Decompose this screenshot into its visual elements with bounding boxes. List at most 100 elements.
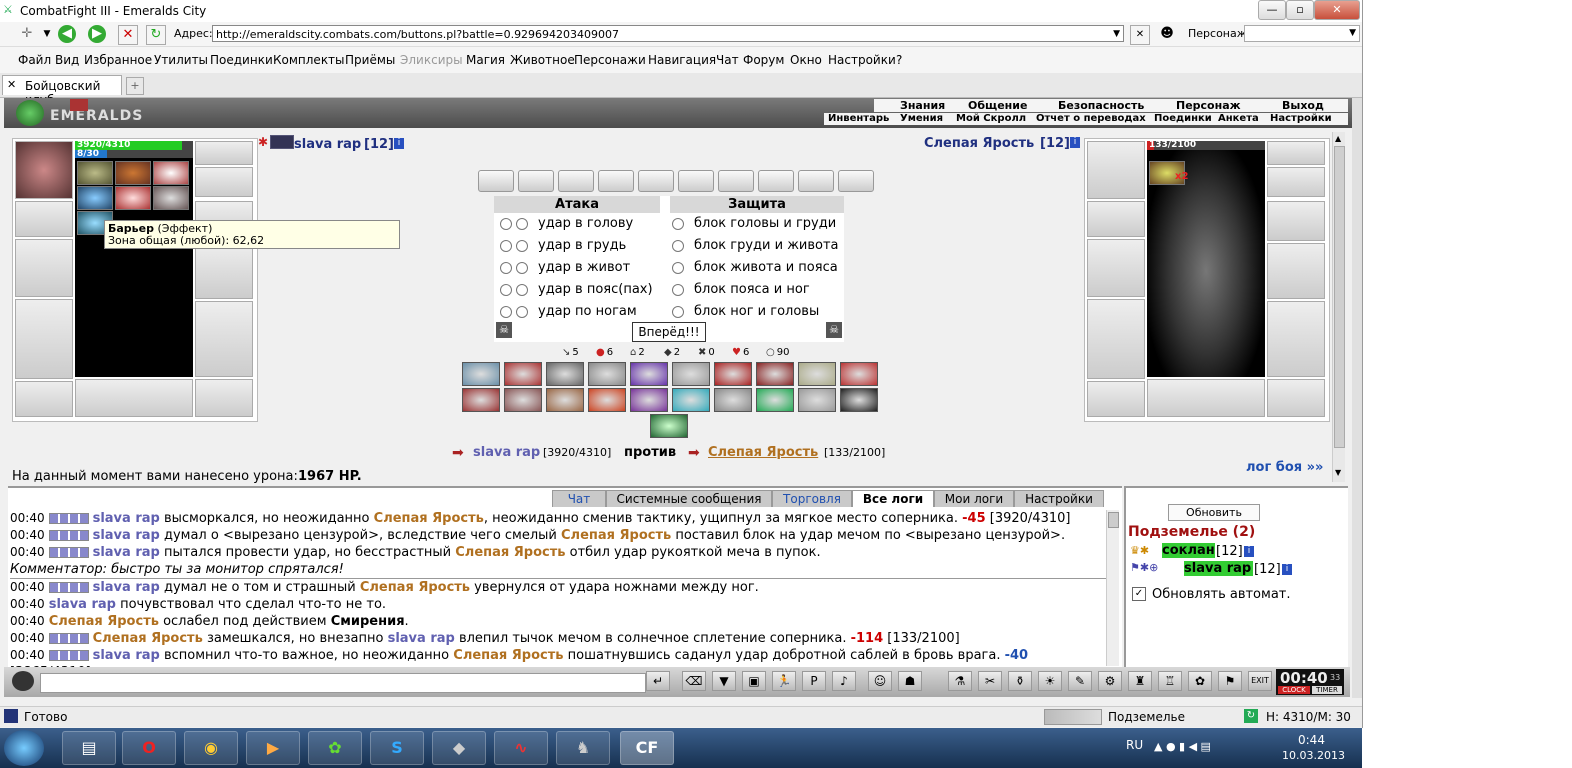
effect-icon[interactable] [77, 161, 113, 185]
battle-log-link[interactable]: лог боя »» [1246, 460, 1323, 475]
restore-button[interactable]: ▫ [1286, 0, 1314, 20]
window-scrollbar[interactable] [1352, 98, 1362, 698]
player-2-name[interactable]: slava rap [1184, 561, 1254, 576]
enemy-earrings-slot[interactable] [1267, 141, 1325, 165]
eraser-icon[interactable]: ⌫ [682, 671, 706, 691]
scroll-down-icon[interactable]: ▼ [1335, 468, 1341, 477]
private-icon[interactable]: P [802, 671, 826, 691]
stop-button[interactable]: ✕ [118, 25, 138, 45]
action-icon[interactable]: ✿ [1188, 671, 1212, 691]
status-icons[interactable] [1044, 709, 1102, 725]
effect-icon[interactable] [153, 161, 189, 185]
log-target[interactable]: Слепая Ярость [455, 545, 565, 560]
defense-radio[interactable] [672, 283, 684, 296]
people-icon[interactable]: ☻ [1158, 25, 1176, 43]
defense-row-5[interactable]: блок ног и головы [672, 304, 819, 319]
pin-icon[interactable]: ✛ [18, 25, 36, 43]
minimize-button[interactable]: — [1258, 0, 1286, 20]
skill-icon[interactable] [588, 362, 626, 386]
explorer-icon[interactable]: ▤ [62, 731, 116, 765]
player-name[interactable]: slava rap [294, 137, 361, 152]
right-skull-icon[interactable]: ☠ [826, 322, 842, 338]
attack-radio[interactable] [516, 261, 528, 274]
enemy-leggings-slot[interactable] [1267, 301, 1325, 377]
chrome-icon[interactable]: ◉ [184, 731, 238, 765]
auto-refresh-checkbox[interactable]: ✓ [1132, 587, 1146, 601]
save-icon[interactable]: ▣ [742, 671, 766, 691]
necklace-slot[interactable] [195, 167, 253, 197]
tool-icon[interactable]: ✕ [1130, 25, 1150, 45]
scroll-slot[interactable] [478, 170, 514, 192]
attack-radio[interactable] [500, 283, 512, 296]
scroll-slot[interactable] [718, 170, 754, 192]
action-icon[interactable]: ⚙ [1098, 671, 1122, 691]
log-actor[interactable]: slava rap [93, 580, 160, 595]
enemy-rings-slot[interactable] [1147, 379, 1265, 417]
menu-file[interactable]: Файл [18, 53, 51, 67]
bracers-slot[interactable] [15, 201, 73, 237]
content-scrollbar[interactable]: ▲ ▼ [1332, 132, 1345, 482]
log-actor[interactable]: slava rap [93, 528, 160, 543]
attack-radio[interactable] [516, 283, 528, 296]
tab-trade[interactable]: Торговля [772, 490, 852, 507]
effect-icon[interactable] [77, 186, 113, 210]
menu-settings[interactable]: Настройки [828, 53, 896, 67]
tab-fight-club[interactable]: ✕ Бойцовский клуб [2, 75, 122, 107]
log-actor[interactable]: Слепая Ярость [49, 614, 159, 629]
persona-select[interactable]: ▼ [1244, 25, 1360, 42]
attack-row-groin[interactable]: удар в пояс(пах) [500, 282, 653, 297]
send-icon[interactable]: ↵ [646, 671, 670, 691]
attack-radio[interactable] [500, 305, 512, 318]
menu-view[interactable]: Вид [55, 53, 79, 67]
warrior-app-icon[interactable]: ♞ [556, 731, 610, 765]
scroll-slot[interactable] [758, 170, 794, 192]
menu-utilities[interactable]: Утилиты [154, 53, 208, 67]
combatfight-icon[interactable]: CF [620, 731, 674, 765]
skill-icon[interactable] [714, 388, 752, 412]
scroll-slot[interactable] [518, 170, 554, 192]
log-scrollbar[interactable] [1106, 510, 1119, 666]
action-icon[interactable]: ⚗ [948, 671, 972, 691]
clock-date-taskbar[interactable]: 10.03.2013 [1282, 749, 1345, 762]
defense-radio[interactable] [672, 217, 684, 230]
flag-icon[interactable]: ⚑ [1218, 671, 1242, 691]
player-1-info-icon[interactable]: i [1244, 546, 1254, 557]
skill-icon[interactable] [504, 388, 542, 412]
scroll-slot[interactable] [678, 170, 714, 192]
defense-row-4[interactable]: блок пояса и ног [672, 282, 810, 297]
nav-skills[interactable]: Умения [900, 113, 943, 124]
armor-slot[interactable] [15, 299, 73, 379]
skill-icon[interactable] [504, 362, 542, 386]
attack-radio[interactable] [500, 261, 512, 274]
skill-icon[interactable] [756, 362, 794, 386]
menu-elixirs[interactable]: Эликсиры [400, 53, 463, 67]
leggings-slot[interactable] [195, 301, 253, 377]
status-refresh-icon[interactable]: ↻ [1244, 709, 1258, 723]
tab-my-logs[interactable]: Мои логи [934, 490, 1014, 507]
scroll-slot[interactable] [798, 170, 834, 192]
attack-radio[interactable] [516, 239, 528, 252]
skill-icon[interactable] [588, 388, 626, 412]
forward-button[interactable]: ▶ [88, 25, 106, 43]
versus-left-name[interactable]: slava rap [473, 445, 540, 460]
log-target[interactable]: Слепая Ярость [453, 648, 563, 663]
log-actor[interactable]: Слепая Ярость [93, 631, 203, 646]
clock-time-taskbar[interactable]: 0:44 [1298, 733, 1325, 747]
attack-radio[interactable] [500, 217, 512, 230]
defense-radio[interactable] [672, 261, 684, 274]
menu-animal[interactable]: Животное [510, 53, 575, 67]
tab-all-logs[interactable]: Все логи [852, 490, 934, 507]
scroll-up-icon[interactable]: ▲ [1335, 134, 1341, 143]
log-actor[interactable]: slava rap [49, 597, 116, 612]
log-actor[interactable]: slava rap [93, 545, 160, 560]
menu-forum[interactable]: Форум [743, 53, 784, 67]
left-skull-icon[interactable]: ☠ [496, 322, 512, 338]
player-info-icon[interactable]: i [394, 138, 404, 149]
versus-right-name[interactable]: Слепая Ярость [708, 445, 818, 460]
menu-help[interactable]: ? [896, 53, 902, 67]
menu-techniques[interactable]: Приёмы [345, 53, 395, 67]
enemy-bracers-slot[interactable] [1087, 201, 1145, 237]
defense-radio[interactable] [672, 239, 684, 252]
log-scroll-thumb[interactable] [1108, 512, 1119, 528]
action-icon[interactable]: ♜ [1128, 671, 1152, 691]
